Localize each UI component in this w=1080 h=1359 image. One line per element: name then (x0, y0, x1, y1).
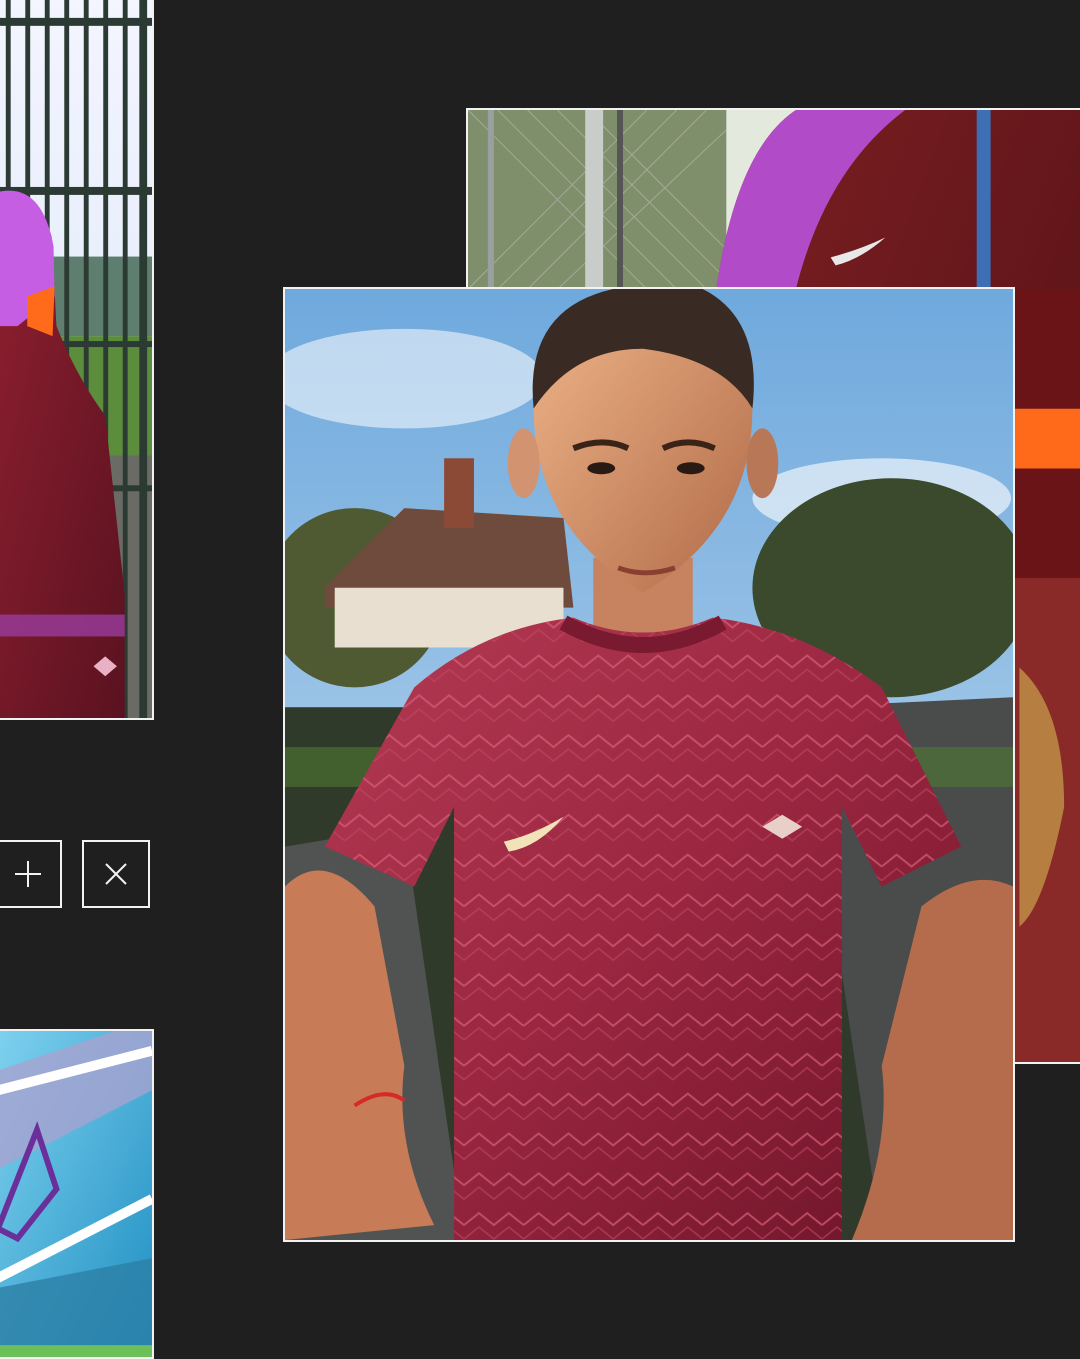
plus-icon (15, 861, 41, 887)
photo-bottom-left[interactable] (0, 1029, 154, 1359)
photo-bottom-left-image (0, 1031, 152, 1357)
close-button[interactable] (82, 840, 150, 908)
add-button[interactable] (0, 840, 62, 908)
photo-top-left[interactable] (0, 0, 154, 720)
photo-top-left-image (0, 0, 152, 718)
photo-main[interactable] (283, 287, 1015, 1242)
photo-main-image (285, 289, 1013, 1240)
close-icon (105, 863, 127, 885)
